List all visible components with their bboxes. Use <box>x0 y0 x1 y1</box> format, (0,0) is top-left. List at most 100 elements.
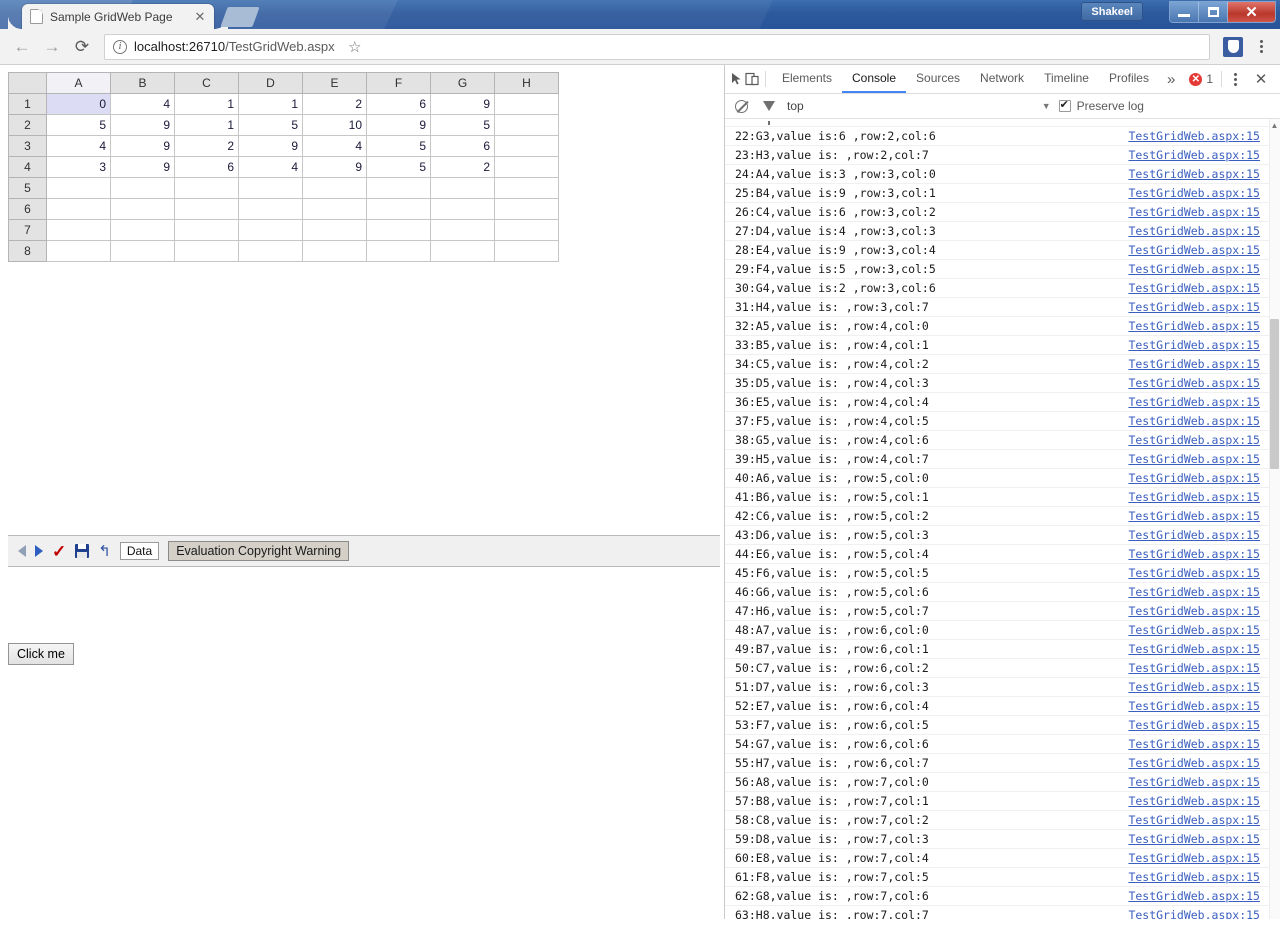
log-source-link[interactable]: TestGridWeb.aspx:15 <box>1128 452 1260 466</box>
cell-g4[interactable]: 2 <box>430 156 495 178</box>
log-source-link[interactable]: TestGridWeb.aspx:15 <box>1128 262 1260 276</box>
new-tab-button[interactable] <box>220 7 260 27</box>
row-header-6[interactable]: 6 <box>8 198 47 220</box>
cell-f1[interactable]: 6 <box>366 93 431 115</box>
cell-e6[interactable] <box>302 198 367 220</box>
log-source-link[interactable]: TestGridWeb.aspx:15 <box>1128 604 1260 618</box>
devtools-tab-sources[interactable]: Sources <box>906 65 970 93</box>
cell-h7[interactable] <box>494 219 559 241</box>
previous-arrow-icon[interactable] <box>18 545 26 557</box>
spreadsheet-grid[interactable]: ABCDEFGH 1 0 4 1 1 2 6 9 2 5 9 1 5 10 9 5 3 4 9 2 9 4 5 6 4 3 9 6 4 9… <box>8 72 559 262</box>
profile-button[interactable]: Shakeel <box>1081 2 1143 21</box>
undo-icon[interactable]: ↰ <box>98 544 111 559</box>
log-source-link[interactable]: TestGridWeb.aspx:15 <box>1128 528 1260 542</box>
cell-d4[interactable]: 4 <box>238 156 303 178</box>
error-count-badge[interactable]: ✕ 1 <box>1183 72 1219 86</box>
cell-g8[interactable] <box>430 240 495 262</box>
cell-e1[interactable]: 2 <box>302 93 367 115</box>
cell-c2[interactable]: 1 <box>174 114 239 136</box>
preserve-log-toggle[interactable]: Preserve log <box>1058 98 1144 113</box>
cell-e2[interactable]: 10 <box>302 114 367 136</box>
log-source-link[interactable]: TestGridWeb.aspx:15 <box>1128 357 1260 371</box>
log-source-link[interactable]: TestGridWeb.aspx:15 <box>1128 851 1260 865</box>
log-source-link[interactable]: TestGridWeb.aspx:15 <box>1128 300 1260 314</box>
log-source-link[interactable]: TestGridWeb.aspx:15 <box>1128 889 1260 903</box>
maximize-button[interactable] <box>1199 2 1228 22</box>
filter-funnel-icon[interactable] <box>759 101 779 125</box>
cell-b3[interactable]: 9 <box>110 135 175 157</box>
log-source-link[interactable]: TestGridWeb.aspx:15 <box>1128 167 1260 181</box>
log-source-link[interactable]: TestGridWeb.aspx:15 <box>1128 680 1260 694</box>
log-source-link[interactable]: TestGridWeb.aspx:15 <box>1128 585 1260 599</box>
evaluation-copyright-warning[interactable]: Evaluation Copyright Warning <box>168 541 350 561</box>
click-me-button[interactable]: Click me <box>8 643 74 665</box>
log-source-link[interactable]: TestGridWeb.aspx:15 <box>1128 243 1260 257</box>
address-bar[interactable]: i localhost:26710/TestGridWeb.aspx ☆ <box>104 33 1210 60</box>
devtools-tab-network[interactable]: Network <box>970 65 1034 93</box>
console-log-list[interactable]: 22:G3,value is:6 ,row:2,col:6 TestGridWeb… <box>725 119 1280 919</box>
cell-f8[interactable] <box>366 240 431 262</box>
cell-g2[interactable]: 5 <box>430 114 495 136</box>
row-header-3[interactable]: 3 <box>8 135 47 157</box>
log-source-link[interactable]: TestGridWeb.aspx:15 <box>1128 908 1260 919</box>
log-source-link[interactable]: TestGridWeb.aspx:15 <box>1128 414 1260 428</box>
cell-h2[interactable] <box>494 114 559 136</box>
row-header-7[interactable]: 7 <box>8 219 47 241</box>
log-source-link[interactable]: TestGridWeb.aspx:15 <box>1128 319 1260 333</box>
log-source-link[interactable]: TestGridWeb.aspx:15 <box>1128 775 1260 789</box>
log-source-link[interactable]: TestGridWeb.aspx:15 <box>1128 471 1260 485</box>
clear-console-icon[interactable] <box>731 99 751 113</box>
more-tabs-icon[interactable]: » <box>1159 65 1183 93</box>
browser-menu-icon[interactable] <box>1250 33 1272 61</box>
cell-e3[interactable]: 4 <box>302 135 367 157</box>
cell-e7[interactable] <box>302 219 367 241</box>
log-source-link[interactable]: TestGridWeb.aspx:15 <box>1128 623 1260 637</box>
devtools-close-icon[interactable]: ✕ <box>1248 70 1274 88</box>
cell-b5[interactable] <box>110 177 175 199</box>
log-source-link[interactable]: TestGridWeb.aspx:15 <box>1128 338 1260 352</box>
log-source-link[interactable]: TestGridWeb.aspx:15 <box>1128 794 1260 808</box>
cell-f3[interactable]: 5 <box>366 135 431 157</box>
preserve-log-checkbox[interactable] <box>1058 98 1071 112</box>
log-source-link[interactable]: TestGridWeb.aspx:15 <box>1128 129 1260 143</box>
cell-f4[interactable]: 5 <box>366 156 431 178</box>
column-header-a[interactable]: A <box>46 72 111 94</box>
column-header-b[interactable]: B <box>110 72 175 94</box>
cell-b2[interactable]: 9 <box>110 114 175 136</box>
cell-a2[interactable]: 5 <box>46 114 111 136</box>
cell-e4[interactable]: 9 <box>302 156 367 178</box>
save-floppy-icon[interactable] <box>75 544 90 558</box>
row-header-1[interactable]: 1 <box>8 93 47 115</box>
log-source-link[interactable]: TestGridWeb.aspx:15 <box>1128 642 1260 656</box>
cell-d7[interactable] <box>238 219 303 241</box>
log-source-link[interactable]: TestGridWeb.aspx:15 <box>1128 224 1260 238</box>
devtools-menu-icon[interactable] <box>1224 65 1246 93</box>
log-source-link[interactable]: TestGridWeb.aspx:15 <box>1128 509 1260 523</box>
cell-d3[interactable]: 9 <box>238 135 303 157</box>
devtools-tab-timeline[interactable]: Timeline <box>1034 65 1099 93</box>
log-source-link[interactable]: TestGridWeb.aspx:15 <box>1128 870 1260 884</box>
row-header-5[interactable]: 5 <box>8 177 47 199</box>
cell-h8[interactable] <box>494 240 559 262</box>
cell-b8[interactable] <box>110 240 175 262</box>
log-source-link[interactable]: TestGridWeb.aspx:15 <box>1128 566 1260 580</box>
log-source-link[interactable]: TestGridWeb.aspx:15 <box>1128 490 1260 504</box>
back-icon[interactable]: ← <box>8 33 36 61</box>
select-all-corner[interactable] <box>8 72 47 94</box>
inspect-element-icon[interactable] <box>730 65 745 93</box>
cell-h6[interactable] <box>494 198 559 220</box>
cell-g1[interactable]: 9 <box>430 93 495 115</box>
log-source-link[interactable]: TestGridWeb.aspx:15 <box>1128 813 1260 827</box>
cell-h5[interactable] <box>494 177 559 199</box>
tab-close-icon[interactable]: ✕ <box>192 9 208 25</box>
cell-b7[interactable] <box>110 219 175 241</box>
site-info-icon[interactable]: i <box>113 39 127 54</box>
sheet-tab-data[interactable]: Data <box>119 542 160 560</box>
log-source-link[interactable]: TestGridWeb.aspx:15 <box>1128 699 1260 713</box>
cell-f7[interactable] <box>366 219 431 241</box>
column-header-e[interactable]: E <box>302 72 367 94</box>
cell-d6[interactable] <box>238 198 303 220</box>
log-source-link[interactable]: TestGridWeb.aspx:15 <box>1128 281 1260 295</box>
scroll-up-arrow-icon[interactable]: ▲ <box>1270 121 1279 131</box>
log-source-link[interactable]: TestGridWeb.aspx:15 <box>1128 186 1260 200</box>
